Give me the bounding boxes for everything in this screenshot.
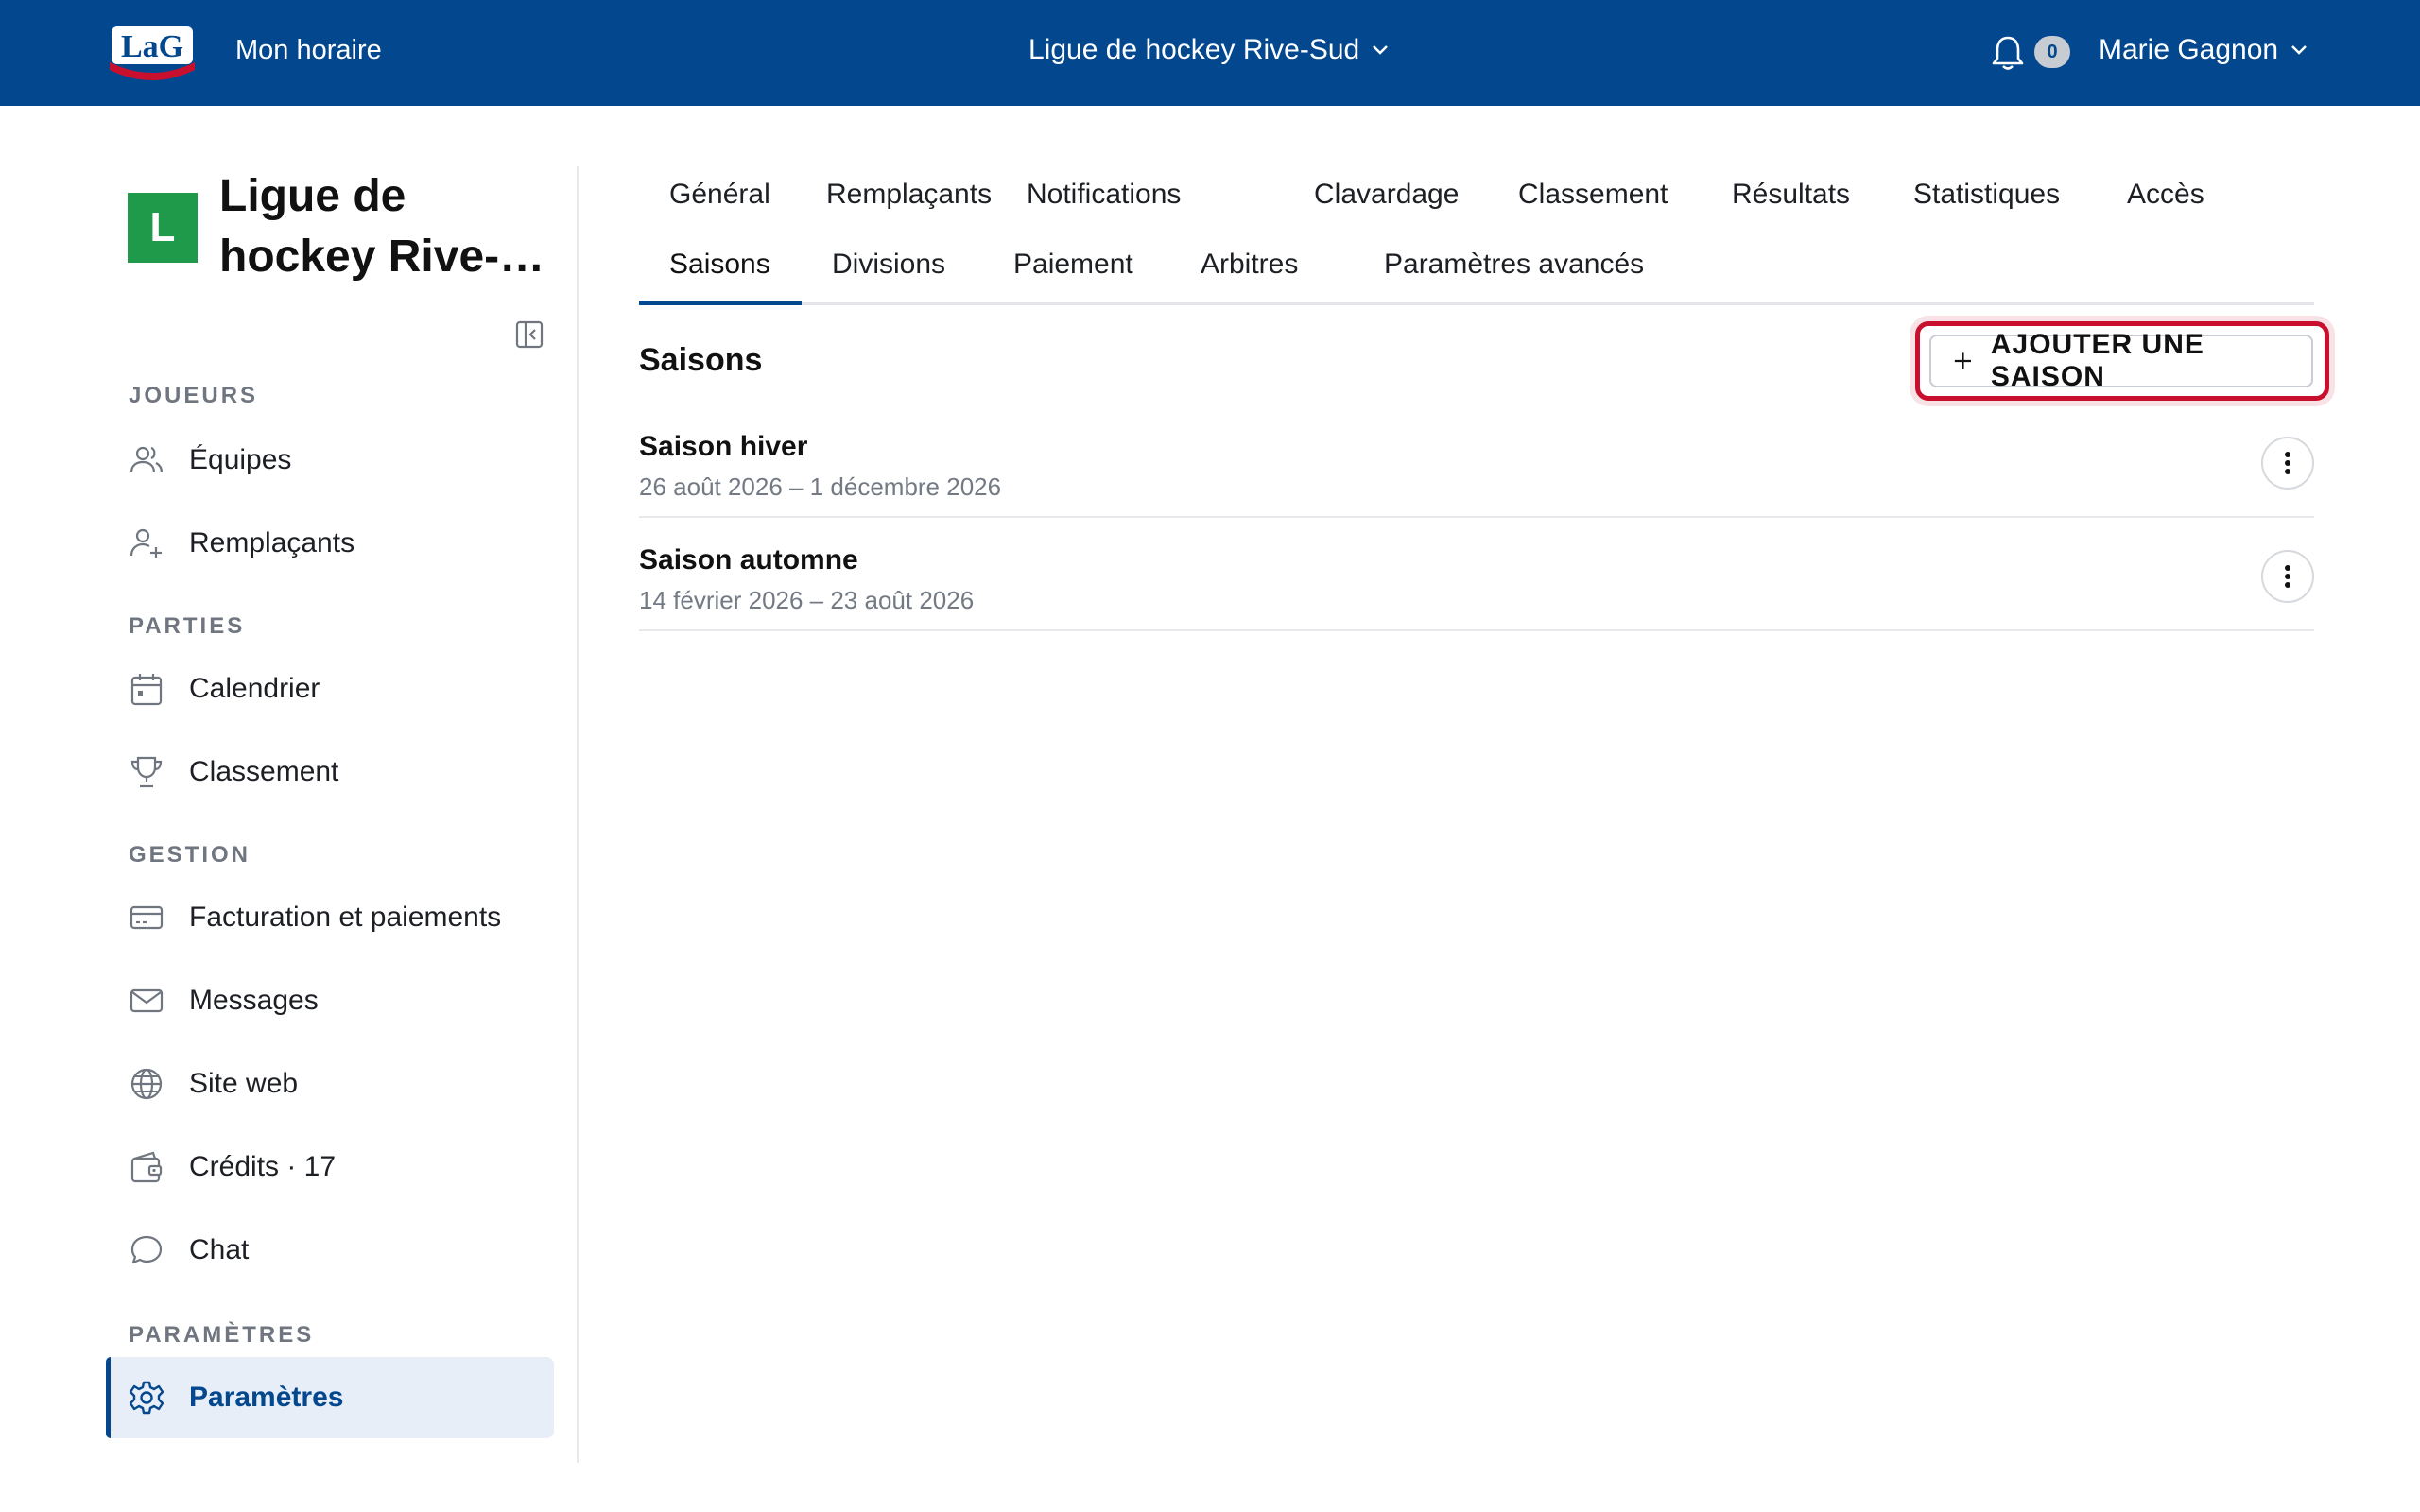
add-season-label: AJOUTER UNE SAISON (1990, 329, 2204, 392)
sidebar-item-billing[interactable]: Facturation et paiements (106, 877, 554, 958)
league-switcher[interactable]: Ligue de hockey Rive-Sud (1028, 32, 1390, 68)
league-avatar: L (128, 193, 198, 263)
add-season-button[interactable]: AJOUTER UNE SAISON (1929, 329, 2313, 392)
season-name: Saison automne (639, 544, 858, 576)
league-title: Ligue de hockey Rive-… (219, 171, 545, 282)
tab-referees[interactable]: Arbitres (1170, 234, 1328, 295)
section-label-management: GESTION (129, 842, 251, 868)
active-tab-indicator (639, 301, 802, 305)
sidebar-item-credits[interactable]: Crédits · 17 (106, 1126, 554, 1208)
tab-substitutes[interactable]: Remplaçants (796, 164, 1022, 225)
chevron-down-icon (2291, 45, 2307, 55)
sidebar-item-settings[interactable]: Paramètres (106, 1357, 554, 1438)
globe-icon (130, 1068, 163, 1100)
tab-notifications[interactable]: Notifications (996, 164, 1211, 225)
sidebar-item-label: Messages (189, 985, 319, 1016)
trophy-icon (130, 756, 163, 788)
sidebar-item-standings[interactable]: Classement (106, 731, 554, 813)
users-icon (130, 446, 164, 473)
gear-icon (129, 1381, 164, 1415)
tab-payment[interactable]: Paiement (983, 234, 1164, 295)
sidebar-item-label: Facturation et paiements (189, 902, 502, 933)
league-switcher-label: Ligue de hockey Rive-Sud (1028, 34, 1360, 65)
user-menu[interactable]: Marie Gagnon (2099, 32, 2308, 68)
plus-icon (1954, 352, 1971, 369)
sidebar-item-teams[interactable]: Équipes (106, 420, 554, 501)
season-row[interactable]: Saison automne 14 février 2026 – 23 août… (639, 518, 2314, 631)
top-bar: LaG Mon horaire Ligue de hockey Rive-Sud… (0, 0, 2420, 106)
bell-icon[interactable] (1991, 34, 2025, 72)
more-vertical-icon (2285, 565, 2290, 588)
sidebar-divider (577, 166, 579, 1463)
tab-divisions[interactable]: Divisions (802, 234, 976, 295)
user-plus-icon (130, 528, 162, 558)
chevron-down-icon (1373, 45, 1389, 55)
section-label-settings: PARAMÈTRES (129, 1322, 315, 1348)
notification-count-badge: 0 (2034, 36, 2070, 68)
wallet-icon (130, 1151, 163, 1183)
season-dates: 14 février 2026 – 23 août 2026 (639, 586, 975, 614)
tab-advanced-settings[interactable]: Paramètres avancés (1354, 234, 1674, 295)
sidebar-item-substitutes[interactable]: Remplaçants (106, 503, 554, 584)
tab-results[interactable]: Résultats (1702, 164, 1880, 225)
settings-tabs: Général Remplaçants Notifications Clavar… (639, 164, 2314, 306)
collapse-sidebar-icon[interactable] (514, 319, 544, 350)
tab-general[interactable]: Général (639, 164, 801, 225)
tab-access[interactable]: Accès (2097, 164, 2235, 225)
season-name: Saison hiver (639, 431, 808, 462)
logo-text: LaG (121, 29, 183, 64)
season-options-button[interactable] (2261, 550, 2314, 603)
tab-standings[interactable]: Classement (1488, 164, 1698, 225)
sidebar-item-messages[interactable]: Messages (106, 960, 554, 1041)
sidebar-item-label: Équipes (189, 444, 292, 475)
season-dates: 26 août 2026 – 1 décembre 2026 (639, 472, 1002, 501)
sidebar-item-chat[interactable]: Chat (106, 1210, 554, 1291)
season-options-button[interactable] (2261, 437, 2314, 490)
section-label-games: PARTIES (129, 613, 246, 639)
sidebar-item-website[interactable]: Site web (106, 1043, 554, 1125)
user-name: Marie Gagnon (2099, 34, 2279, 65)
sidebar-item-label: Classement (189, 756, 339, 787)
sidebar-item-label: Calendrier (189, 673, 320, 704)
calendar-icon (130, 674, 163, 706)
tab-seasons[interactable]: Saisons (639, 234, 801, 295)
lag-logo[interactable]: LaG (106, 21, 199, 83)
more-vertical-icon (2285, 452, 2290, 474)
season-row[interactable]: Saison hiver 26 août 2026 – 1 décembre 2… (639, 404, 2314, 518)
sidebar-item-label: Paramètres (189, 1382, 344, 1413)
chat-bubble-icon (130, 1235, 163, 1264)
credit-card-icon (130, 905, 164, 930)
sidebar-item-label: Site web (189, 1068, 299, 1099)
sidebar-item-label: Remplaçants (189, 527, 355, 558)
tab-statistics[interactable]: Statistiques (1883, 164, 2090, 225)
mail-icon (130, 988, 164, 1013)
sidebar-item-calendar[interactable]: Calendrier (106, 648, 554, 730)
my-schedule-link[interactable]: Mon horaire (235, 34, 382, 66)
section-label-players: JOUEURS (129, 383, 259, 408)
sidebar-item-label: Chat (189, 1234, 250, 1265)
page-title: Saisons (639, 342, 763, 378)
tabs-divider (639, 302, 2314, 305)
tab-chat[interactable]: Clavardage (1284, 164, 1489, 225)
sidebar-item-label: Crédits · 17 (189, 1151, 337, 1182)
